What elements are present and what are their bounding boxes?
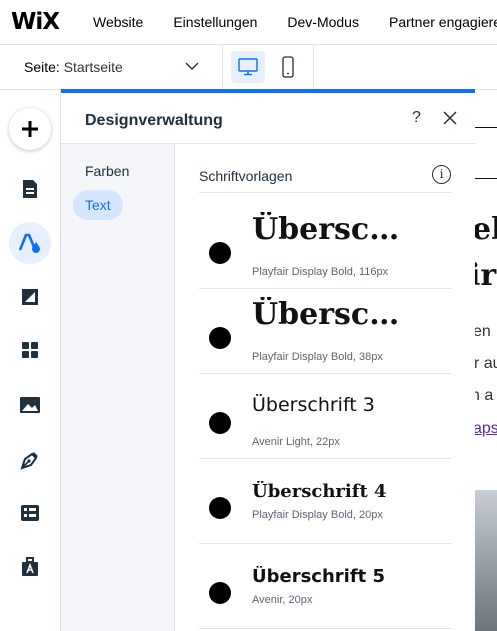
text-style-row[interactable]: Überschrift 1 Playfair Display Bold, 116… <box>199 204 451 289</box>
apps-button[interactable] <box>9 329 51 371</box>
image-icon <box>20 397 40 413</box>
briefcase-icon <box>22 557 38 576</box>
divider <box>222 45 223 90</box>
style-sample-heading-1: Überschrift 1 <box>252 212 412 247</box>
panel-header: Designverwaltung ? <box>61 93 475 144</box>
style-sample-heading-4: Überschrift 4 <box>252 481 387 502</box>
background-icon <box>22 289 38 305</box>
close-icon[interactable] <box>443 111 457 125</box>
preview-rule <box>475 127 497 128</box>
page-preview[interactable]: el ir en r au n a aps <box>475 90 497 631</box>
divider <box>199 192 451 193</box>
chevron-down-icon[interactable] <box>184 58 200 74</box>
pages-button[interactable] <box>9 168 51 210</box>
design-button[interactable] <box>9 222 51 264</box>
preview-image <box>475 490 497 631</box>
text-style-row[interactable]: Überschrift 2 Playfair Display Bold, 38p… <box>199 289 451 374</box>
page-selector-label: Seite: <box>24 59 60 75</box>
background-button[interactable] <box>9 276 51 318</box>
portfolio-button[interactable] <box>9 546 51 588</box>
plus-icon <box>22 121 38 137</box>
nav-item-colors[interactable]: Farben <box>73 156 141 186</box>
media-button[interactable] <box>9 384 51 426</box>
menu-dev-mode[interactable]: Dev-Modus <box>287 14 359 30</box>
style-sample-heading-3: Überschrift 3 <box>252 394 375 416</box>
preview-text-3: n a <box>475 387 494 404</box>
panel-title: Designverwaltung <box>85 112 223 129</box>
preview-text-1: en <box>475 323 491 340</box>
style-meta: Avenir Light, 22px <box>252 436 340 448</box>
pen-nib-icon <box>20 452 38 470</box>
text-style-row[interactable]: Überschrift 3 Avenir Light, 22px <box>199 374 451 459</box>
design-icon <box>19 233 40 253</box>
divider <box>313 45 314 90</box>
preview-link[interactable]: aps <box>475 420 497 438</box>
design-nav: Farben Text <box>61 144 175 631</box>
apps-grid-icon <box>22 342 38 358</box>
add-elements-button[interactable] <box>9 108 51 150</box>
preview-heading-line-1: el <box>475 212 497 247</box>
table-button[interactable] <box>9 492 51 534</box>
menu-settings[interactable]: Einstellungen <box>173 14 257 30</box>
table-icon <box>21 505 39 521</box>
text-style-row[interactable]: Überschrift 4 Playfair Display Bold, 20p… <box>199 459 451 544</box>
style-bullet <box>209 497 231 519</box>
design-manager-panel: Designverwaltung ? Farben Text Schriftvo… <box>61 93 475 631</box>
style-sample-heading-2: Überschrift 2 <box>252 297 412 332</box>
nav-item-text[interactable]: Text <box>73 190 123 220</box>
desktop-icon <box>238 58 258 76</box>
blog-button[interactable] <box>9 439 51 481</box>
page-selector-value: Startseite <box>63 59 123 75</box>
style-meta: Playfair Display Bold, 38px <box>252 351 383 363</box>
preview-rule <box>475 178 497 179</box>
text-style-row[interactable]: Überschrift 5 Avenir, 20px <box>199 544 451 629</box>
style-meta: Playfair Display Bold, 116px <box>252 266 389 278</box>
info-icon[interactable]: i <box>432 165 451 184</box>
text-styles-section: Schriftvorlagen i Überschrift 1 Playfair… <box>175 144 475 631</box>
mobile-icon <box>282 56 294 78</box>
style-bullet <box>209 412 231 434</box>
style-meta: Playfair Display Bold, 20px <box>252 509 383 521</box>
left-sidebar <box>0 90 61 631</box>
style-meta: Avenir, 20px <box>252 594 313 606</box>
section-title: Schriftvorlagen <box>199 168 293 184</box>
mobile-view-button[interactable] <box>278 54 298 80</box>
preview-heading-line-2: ir <box>475 258 497 293</box>
menu-hire-partner[interactable]: Partner engagieren <box>389 14 497 30</box>
style-bullet <box>209 582 231 604</box>
main-menu: Website Einstellungen Dev-Modus Partner … <box>93 14 497 30</box>
page-icon <box>23 180 37 198</box>
page-selector[interactable]: Seite: Startseite <box>24 59 123 75</box>
style-bullet <box>209 242 231 264</box>
help-button[interactable]: ? <box>412 109 421 127</box>
style-sample-heading-5: Überschrift 5 <box>252 566 386 587</box>
preview-text-2: r au <box>475 355 497 372</box>
wix-logo[interactable]: WiX <box>11 9 60 35</box>
top-bar: WiX Website Einstellungen Dev-Modus Part… <box>0 0 497 45</box>
menu-website[interactable]: Website <box>93 14 143 30</box>
desktop-view-button[interactable] <box>231 51 265 83</box>
style-bullet <box>209 327 231 349</box>
